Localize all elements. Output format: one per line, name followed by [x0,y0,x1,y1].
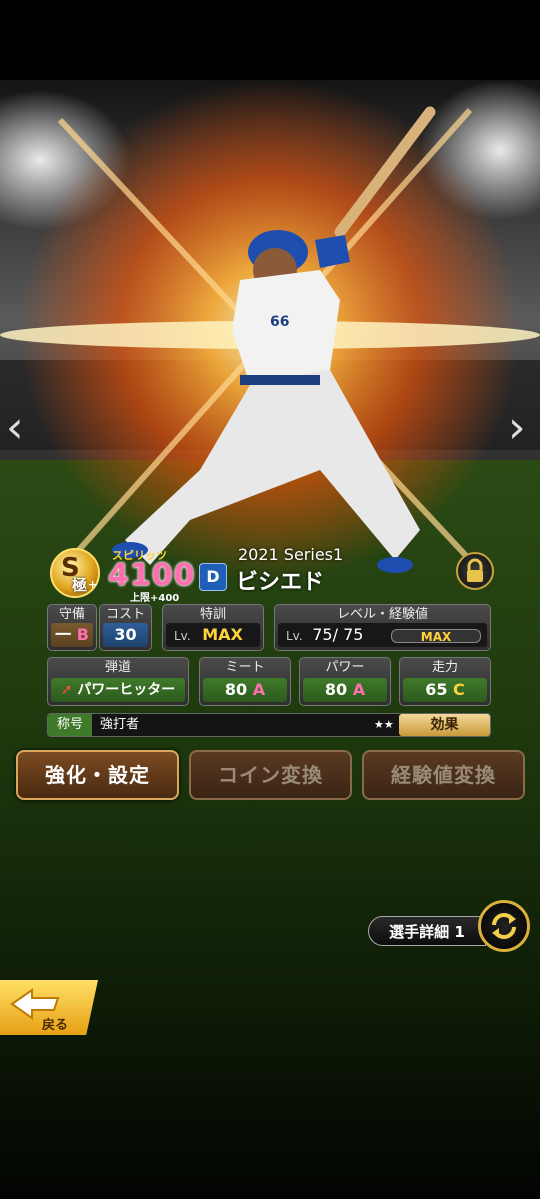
lock-button[interactable] [456,552,494,590]
meet-grade: A [252,680,266,699]
rank-sub: 極 [72,576,88,594]
position-card: 守備 一 B [47,604,97,651]
level-value: 75/ 75 [312,625,364,644]
speed-label: 走力 [431,660,458,675]
lock-icon [467,558,483,582]
enhance-button[interactable]: 強化・設定 [16,750,179,800]
effect-label: 効果 [430,717,459,733]
power-grade: A [352,680,366,699]
spirits-value: 4100 [108,558,196,593]
back-button[interactable]: 戻る [0,980,98,1035]
cost-card: コスト 30 [99,604,152,651]
title-label: 称号 [48,714,92,736]
speed-card: 走力 65 C [399,657,491,706]
power-value-box: 80 A [303,678,387,702]
trajectory-value: パワーヒッター [77,682,176,698]
exp-convert-button[interactable]: 経験値変換 [362,750,525,800]
effect-button[interactable]: 効果 [399,714,490,736]
meet-value-box: 80 A [203,678,287,702]
title-value: 強打者 [100,717,140,732]
speed-value-box: 65 C [403,678,487,702]
speed-grade: C [453,680,465,699]
spirits-cap: 上限+400 [130,593,180,604]
meet-label: ミート [225,660,265,675]
level-card: レベル・経験値 Lv. 75/ 75 MAX [274,604,491,651]
cost-value: 30 [103,623,148,647]
coin-convert-button[interactable]: コイン変換 [189,750,352,800]
training-value: MAX [202,625,243,644]
power-label: パワー [325,660,365,675]
position-value-box: 一 B [51,623,93,647]
prev-player-arrow[interactable]: ‹ [6,400,24,456]
player-detail-button[interactable]: 選手詳細 1 [368,916,486,946]
next-player-arrow[interactable]: › [508,400,526,456]
trajectory-arrow-icon: ➚ [60,682,73,698]
position-value: 一 [55,625,72,644]
power-card: パワー 80 A [299,657,391,706]
training-lv: Lv. [174,629,191,643]
player-detail-label: 選手詳細 1 [389,923,465,941]
trajectory-label: 弾道 [104,660,131,675]
level-label: レベル・経験値 [336,607,428,622]
level-value-box: Lv. 75/ 75 MAX [278,623,487,647]
refresh-icon [492,913,516,939]
position-grade: B [76,625,89,644]
uniform-number: 66 [270,314,289,330]
power-value: 80 [324,680,348,699]
speed-value: 65 [425,680,448,699]
level-bar: MAX [391,629,481,643]
level-lv: Lv. [286,629,303,643]
meet-card: ミート 80 A [199,657,291,706]
level-bar-text: MAX [420,630,452,644]
training-card: 特訓 Lv. MAX [162,604,264,651]
position-label: 守備 [58,607,85,622]
player-name: ビシエド [236,570,325,595]
team-logo-text: D [206,567,220,586]
switch-detail-button[interactable] [478,900,530,952]
rank-plus: + [88,578,98,591]
series-label: 2021 Series1 [238,545,344,564]
team-logo: D [199,563,227,591]
meet-value: 80 [224,680,248,699]
trajectory-value-box: ➚ パワーヒッター [51,678,185,702]
cost-label: コスト [105,607,145,622]
trajectory-card: 弾道 ➚ パワーヒッター [47,657,189,706]
back-label: 戻る [42,1018,69,1033]
training-value-box: Lv. MAX [166,623,260,647]
title-stars: ★★ [374,718,394,731]
rank-medal: S 極 + [50,548,100,598]
training-label: 特訓 [199,607,226,622]
